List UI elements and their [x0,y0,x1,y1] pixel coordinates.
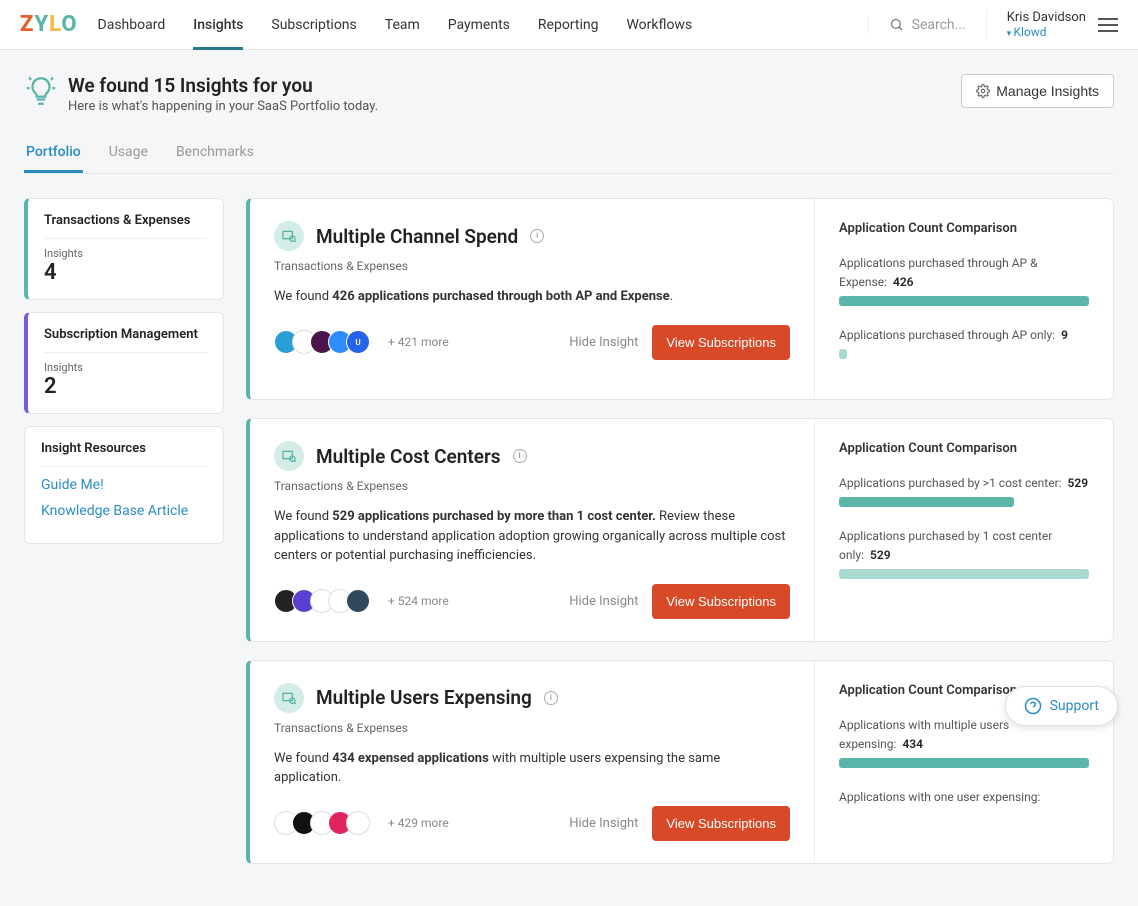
tab-portfolio[interactable]: Portfolio [24,134,83,173]
app-avatars [274,811,364,835]
hide-insight-link[interactable]: Hide Insight [569,816,638,831]
nav-reporting[interactable]: Reporting [538,1,599,49]
metric-value: 426 [893,275,914,289]
topbar: ZYLO Dashboard Insights Subscriptions Team P… [0,0,1138,50]
metric-value: 529 [1068,476,1089,490]
resources-title: Insight Resources [41,441,207,466]
insight-description: We found 434 expensed applications with … [274,749,790,788]
sidebar-group[interactable]: Transactions & Expenses Insights4 [24,198,224,300]
insight-type-icon [274,441,304,471]
metric-bar [839,569,1089,579]
more-apps-count: + 429 more [388,816,449,830]
hide-insight-link[interactable]: Hide Insight [569,594,638,609]
insight-card: Multiple Cost Centers i Transactions & Exp… [246,418,1114,642]
metric-value: 9 [1061,328,1068,342]
page-title: We found 15 Insights for you [68,74,378,97]
info-icon[interactable]: i [544,691,558,705]
metric-label: Applications purchased through AP only: [839,328,1055,342]
sidebar-group-label: Insights [44,247,207,260]
insight-category: Transactions & Expenses [274,721,790,735]
metric-label: Applications with multiple users expensi… [839,718,1009,751]
insight-category: Transactions & Expenses [274,479,790,493]
search-placeholder: Search... [912,17,966,33]
support-button[interactable]: Support [1005,686,1118,726]
nav-insights[interactable]: Insights [193,1,243,49]
insight-description: We found 529 applications purchased by m… [274,507,790,566]
metric-bar [839,497,1014,507]
metric-label: Applications with one user expensing: [839,790,1040,804]
insight-type-icon [274,221,304,251]
tab-usage[interactable]: Usage [107,134,150,173]
app-avatar [346,589,370,613]
sidebar-group-count: 4 [44,260,207,285]
help-icon [1024,697,1042,715]
hide-insight-link[interactable]: Hide Insight [569,335,638,350]
app-avatar [346,811,370,835]
sidebar-group-label: Insights [44,361,207,374]
insight-type-icon [274,683,304,713]
search-icon [889,17,904,32]
sidebar-group[interactable]: Subscription Management Insights2 [24,312,224,414]
insight-title: Multiple Users Expensing [316,686,532,709]
view-subscriptions-button[interactable]: View Subscriptions [652,806,790,841]
nav-subscriptions[interactable]: Subscriptions [271,1,356,49]
insights-list: Multiple Channel Spend i Transactions & Ex… [246,198,1114,882]
sidebar: Transactions & ExpensesInsights4Subscrip… [24,198,224,556]
app-avatars: U [274,330,364,354]
logo[interactable]: ZYLO [20,12,78,37]
metric-bar [839,296,1089,306]
tab-benchmarks[interactable]: Benchmarks [174,134,256,173]
insight-category: Transactions & Expenses [274,259,790,273]
insight-title: Multiple Channel Spend [316,225,518,248]
user-org: Klowd [1007,25,1086,39]
view-subscriptions-button[interactable]: View Subscriptions [652,584,790,619]
comparison-title: Application Count Comparison [839,441,1089,456]
menu-icon[interactable] [1098,14,1118,36]
metric-bar [839,349,847,359]
main-nav: Dashboard Insights Subscriptions Team Paymen… [98,1,868,49]
page-header: We found 15 Insights for you Here is wha… [0,50,1138,126]
app-avatars [274,589,364,613]
metric-value: 434 [902,737,923,751]
resource-link[interactable]: Knowledge Base Article [41,503,207,519]
lightbulb-icon [24,74,58,108]
insight-card: Multiple Users Expensing i Transactions & … [246,660,1114,864]
more-apps-count: + 421 more [388,335,449,349]
insight-card: Multiple Channel Spend i Transactions & Ex… [246,198,1114,400]
sidebar-resources: Insight Resources Guide Me! Knowledge Base… [24,426,224,544]
sidebar-group-title: Subscription Management [44,327,207,352]
app-avatar: U [346,330,370,354]
nav-workflows[interactable]: Workflows [626,1,692,49]
gear-icon [976,84,990,98]
metric-label: Applications purchased by >1 cost center… [839,476,1062,490]
user-menu[interactable]: Kris Davidson Klowd [986,10,1118,39]
resource-link[interactable]: Guide Me! [41,477,207,493]
manage-insights-button[interactable]: Manage Insights [961,74,1114,108]
nav-dashboard[interactable]: Dashboard [98,1,166,49]
info-icon[interactable]: i [530,229,544,243]
info-icon[interactable]: i [513,449,527,463]
insight-tabs: Portfolio Usage Benchmarks [24,134,1114,174]
insight-title: Multiple Cost Centers [316,445,501,468]
metric-label: Applications purchased through AP & Expe… [839,256,1038,289]
page-subtitle: Here is what's happening in your SaaS Po… [68,99,378,114]
comparison-title: Application Count Comparison [839,221,1089,236]
view-subscriptions-button[interactable]: View Subscriptions [652,325,790,360]
more-apps-count: + 524 more [388,594,449,608]
nav-team[interactable]: Team [385,1,420,49]
insight-description: We found 426 applications purchased thro… [274,287,790,307]
sidebar-group-count: 2 [44,374,207,399]
metric-value: 529 [870,548,891,562]
search-input[interactable]: Search... [868,17,966,33]
user-name: Kris Davidson [1007,10,1086,25]
sidebar-group-title: Transactions & Expenses [44,213,207,238]
nav-payments[interactable]: Payments [448,1,510,49]
metric-bar [839,758,1089,768]
